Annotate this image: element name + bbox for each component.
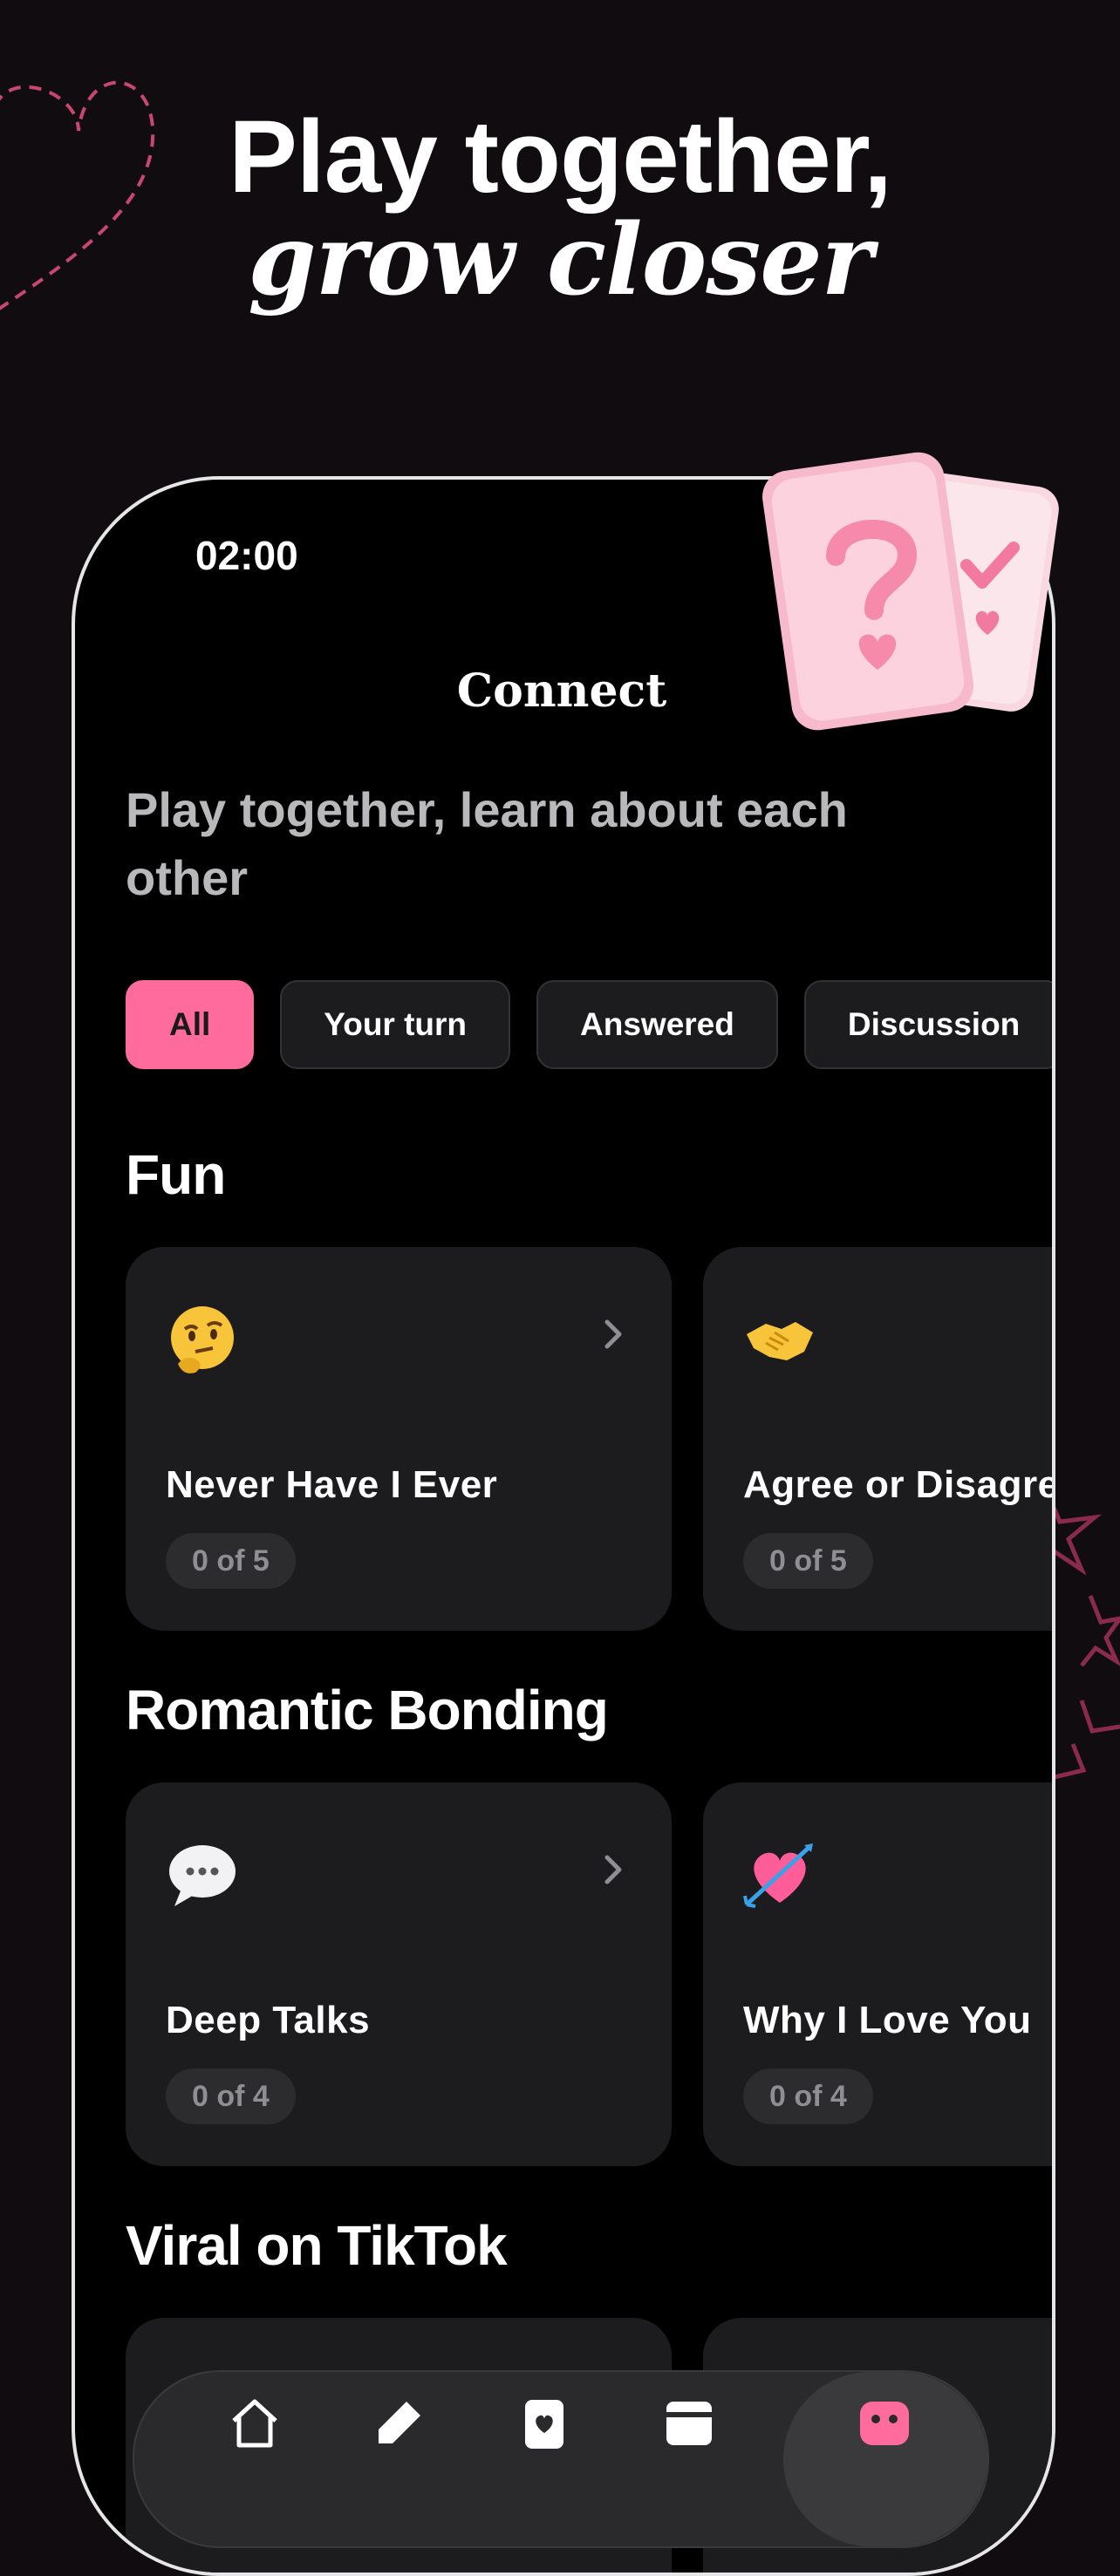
section-title-viral-on-tiktok: Viral on TikTok — [126, 2214, 508, 2277]
cards-icon[interactable] — [516, 2395, 572, 2450]
game-card-agree-or-disagree[interactable]: Agree or Disagree 0 of 5 — [703, 1247, 1055, 1631]
game-card-never-have-i-ever[interactable]: Never Have I Ever 0 of 5 — [126, 1247, 672, 1631]
card-row-romantic-bonding: Deep Talks 0 of 4 Why I Love You 0 of 4 — [126, 1782, 1052, 2166]
game-card-why-i-love-you[interactable]: Why I Love You 0 of 4 — [703, 1782, 1052, 2166]
calendar-icon[interactable] — [661, 2395, 717, 2450]
filter-chip-your-turn[interactable]: Your turn — [280, 980, 511, 1069]
connect-icon[interactable] — [857, 2395, 912, 2450]
filter-chip-discussion[interactable]: Discussion — [803, 980, 1052, 1069]
chevron-right-icon — [604, 1855, 622, 1884]
progress-badge: 0 of 4 — [166, 2068, 296, 2124]
page-subtitle: Play together, learn about each other — [126, 782, 848, 905]
phone-mockup: 02:00 Connect Play together, learn about… — [72, 476, 1055, 2576]
thinking-face-emoji-icon — [171, 1306, 234, 1373]
filter-chips: All Your turn Answered Discussion — [126, 980, 1052, 1069]
home-icon[interactable] — [227, 2395, 283, 2450]
heart-with-arrow-emoji-icon — [743, 1843, 813, 1908]
pen-icon[interactable] — [372, 2395, 427, 2450]
headline-line-1: Play together, — [229, 99, 892, 215]
game-card-deep-talks[interactable]: Deep Talks 0 of 4 — [126, 1782, 672, 2166]
card-row-fun: Never Have I Ever 0 of 5 Agree or Disagr… — [126, 1247, 1055, 1631]
card-title: Agree or Disagree — [743, 1463, 1055, 1506]
progress-badge: 0 of 4 — [743, 2068, 873, 2124]
progress-badge: 0 of 5 — [743, 1533, 873, 1589]
speech-bubble-emoji-icon — [169, 1845, 236, 1906]
question-cards-illustration-icon — [762, 452, 1059, 731]
chevron-right-icon — [604, 1319, 622, 1349]
card-title: Why I Love You — [743, 1999, 1032, 2041]
card-title: Never Have I Ever — [166, 1463, 498, 1506]
progress-badge: 0 of 5 — [166, 1533, 296, 1589]
section-title-romantic-bonding: Romantic Bonding — [126, 1679, 609, 1741]
filter-chip-answered[interactable]: Answered — [536, 980, 778, 1069]
handshake-emoji-icon — [747, 1322, 813, 1360]
filter-chip-all[interactable]: All — [126, 980, 255, 1069]
section-title-fun: Fun — [126, 1143, 226, 1206]
card-title: Deep Talks — [166, 1999, 371, 2041]
tab-bar — [133, 2370, 989, 2548]
headline-line-2: grow closer — [248, 203, 872, 317]
status-time: 02:00 — [195, 533, 298, 578]
